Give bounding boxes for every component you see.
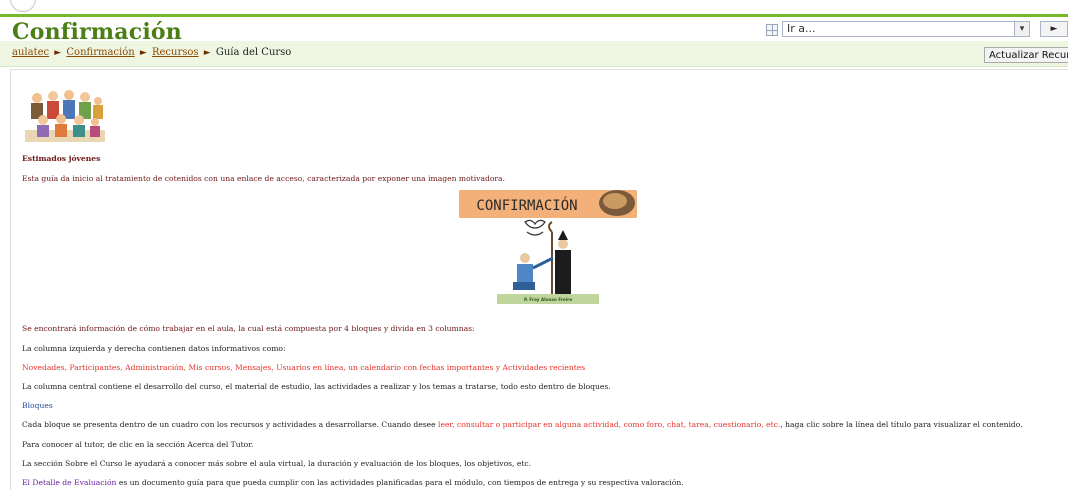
jump-to-select[interactable]: Ir a... ▾: [782, 21, 1030, 37]
jump-to-select-value: Ir a...: [787, 22, 816, 35]
breadcrumb-link-aulatec[interactable]: aulatec: [12, 47, 49, 58]
chevron-down-icon[interactable]: ▾: [1014, 22, 1029, 36]
paragraph-bloques-highlight: leer, consultar o participar en alguna a…: [438, 420, 781, 429]
breadcrumb-link-recursos[interactable]: Recursos: [152, 47, 199, 58]
breadcrumb-separator-icon: ►: [139, 48, 147, 58]
breadcrumb-separator-icon: ►: [203, 48, 211, 58]
poster-caption: P. Fray Alonso Freire: [524, 297, 572, 302]
breadcrumb-bar: aulatec ► Confirmación ► Recursos ► Guía…: [0, 41, 1068, 67]
paragraph-about-course: La sección Sobre el Curso le ayudará a c…: [22, 459, 532, 468]
page-header: Confirmación Ir a... ▾ ►: [0, 17, 1068, 45]
poster-title: CONFIRMACIÓN: [476, 196, 577, 214]
confirmation-poster-graphic: CONFIRMACIÓN P. Fray Alonso Freire: [457, 188, 639, 313]
home-circle-icon[interactable]: [10, 0, 36, 12]
paragraph-intro-structure: Se encontrará información de cómo trabaj…: [22, 324, 475, 333]
greeting-heading: Estimados jóvenes: [22, 154, 101, 163]
breadcrumb: aulatec ► Confirmación ► Recursos ► Guía…: [12, 47, 291, 58]
update-resource-button[interactable]: Actualizar Recurso: [984, 47, 1068, 63]
breadcrumb-current: Guía del Curso: [215, 47, 292, 58]
evaluation-detail-link[interactable]: El Detalle de Evaluación: [22, 478, 116, 487]
breadcrumb-link-confirmacion[interactable]: Confirmación: [66, 47, 134, 58]
paragraph-bloques-part-2: , haga clic sobre la línea del título pa…: [780, 420, 1023, 429]
paragraph-evaluation: El Detalle de Evaluación es un documento…: [22, 478, 684, 487]
window-top-strip: [0, 0, 1068, 14]
paragraph-evaluation-text: es un documento guía para que pueda cump…: [116, 478, 684, 487]
paragraph-bloques-part-1: Cada bloque se presenta dentro de un cua…: [22, 420, 439, 429]
paragraph-column-items: Novedades, Participantes, Administración…: [22, 363, 586, 372]
go-button[interactable]: ►: [1040, 21, 1068, 37]
paragraph-bloques: Cada bloque se presenta dentro de un cua…: [22, 420, 1023, 429]
navigation-grid-icon[interactable]: [766, 24, 778, 36]
confirmation-poster-image: CONFIRMACIÓN P. Fray Alonso Freire: [457, 188, 639, 313]
intro-paragraph: Esta guía da inicio al tratamiento de co…: [22, 174, 505, 183]
children-group-image: [23, 86, 107, 144]
paragraph-columns: La columna izquierda y derecha contienen…: [22, 344, 286, 353]
bloques-heading: Bloques: [22, 401, 53, 410]
paragraph-center-column: La columna central contiene el desarroll…: [22, 382, 611, 391]
breadcrumb-separator-icon: ►: [54, 48, 62, 58]
resource-content: Estimados jóvenes Esta guía da inicio al…: [10, 69, 1068, 490]
paragraph-tutor: Para conocer al tutor, de clic en la sec…: [22, 440, 254, 449]
